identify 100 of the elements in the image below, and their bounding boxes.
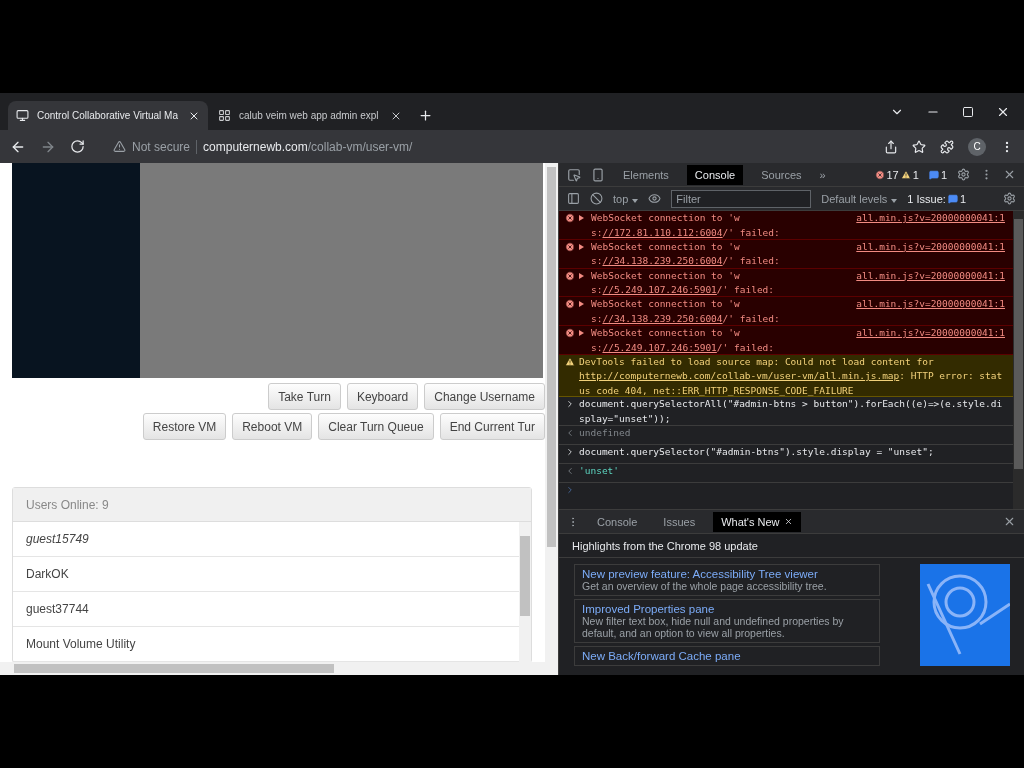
scrollbar[interactable] xyxy=(1013,211,1024,509)
drawer-tab[interactable]: Issues xyxy=(655,511,704,532)
vm-button[interactable]: Reboot VM xyxy=(232,413,313,440)
news-card[interactable]: New preview feature: Accessibility Tree viewer Get an overview of the whole page accessibility tree. xyxy=(574,564,880,596)
drawer-tab[interactable]: What's New xyxy=(713,511,801,532)
url-link[interactable]: http://computernewb.com/collab-vm/user-vm/all.min.js.map xyxy=(579,370,900,382)
drawer-tab[interactable]: Console xyxy=(589,511,646,532)
error-icon xyxy=(874,169,885,180)
news-card[interactable]: Improved Properties pane New filter text box, hide null and undefined properties by default, and an option to view all properties. xyxy=(574,599,880,643)
browser-tab[interactable]: Control Collaborative Virtual Ma xyxy=(8,101,208,130)
issues-label[interactable]: 1 Issue: xyxy=(907,192,946,205)
card-text: New filter text box, hide null and undefined properties by default, and an option to view all properties. xyxy=(582,615,845,639)
url-link[interactable]: //172.81.110.112:6004 xyxy=(602,226,723,238)
share-icon[interactable] xyxy=(884,139,898,154)
error-count[interactable]: 17 xyxy=(886,168,899,181)
inspect-icon[interactable] xyxy=(567,167,581,182)
card-text: Get an overview of the whole page accessibility tree. xyxy=(582,580,828,592)
source-link[interactable]: all.min.js?v=20000000041:1 xyxy=(856,239,1005,255)
url-link[interactable]: //34.138.239.250:6004 xyxy=(602,312,723,324)
scrollbar[interactable] xyxy=(545,163,558,662)
message-icon xyxy=(947,193,958,204)
devtools-tab[interactable]: Console xyxy=(686,164,744,185)
eye-icon[interactable] xyxy=(648,192,662,205)
result-text: 'unset' xyxy=(579,464,621,479)
vm-button[interactable]: Clear Turn Queue xyxy=(318,413,434,440)
scrollbar[interactable] xyxy=(519,522,531,662)
card-title[interactable]: Improved Properties pane xyxy=(582,603,872,615)
settings-icon[interactable] xyxy=(957,168,970,181)
warning-text: DevTools failed to load source map: Could not load content for http://computernewb.com/collab-vm/user-vm/all.min.js.map: HTTP error: status code 404, net::ERR_HTTP_RESPONSE_CODE_FAILURE xyxy=(579,354,1004,398)
prompt-icon xyxy=(565,485,575,496)
command-text: document.querySelector("#admin-btns").style.display = "unset"; xyxy=(579,445,935,460)
user-row[interactable]: guest15749 xyxy=(13,522,519,557)
news-card[interactable]: New Back/forward Cache pane xyxy=(574,646,880,666)
url-link[interactable]: //5.249.107.246:5901 xyxy=(602,341,717,353)
context-select[interactable]: top xyxy=(613,192,639,205)
card-title[interactable]: New Back/forward Cache pane xyxy=(582,650,872,662)
warning-icon xyxy=(900,169,911,180)
grid-icon xyxy=(218,109,231,122)
clear-icon[interactable] xyxy=(590,192,603,205)
vm-screen[interactable] xyxy=(12,163,543,378)
user-row[interactable]: guest37744 xyxy=(13,592,519,627)
source-link[interactable]: all.min.js?v=20000000041:1 xyxy=(856,268,1005,283)
expand-icon[interactable] xyxy=(579,330,584,336)
warning-icon xyxy=(113,140,126,153)
star-icon[interactable] xyxy=(912,139,926,154)
devtools-tab[interactable]: Elements xyxy=(615,164,677,185)
device-icon[interactable] xyxy=(591,167,605,182)
user-row[interactable]: DarkOK xyxy=(13,557,519,592)
source-link[interactable]: all.min.js?v=20000000041:1 xyxy=(856,211,1005,226)
expand-icon[interactable] xyxy=(579,272,584,279)
close-icon[interactable] xyxy=(783,516,793,526)
monitor-icon xyxy=(16,109,29,122)
sidebar-icon[interactable] xyxy=(567,192,580,205)
card-title[interactable]: New preview feature: Accessibility Tree viewer xyxy=(582,568,872,580)
more-tabs[interactable]: » xyxy=(819,168,826,181)
new-tab-icon[interactable] xyxy=(418,108,433,123)
vm-button[interactable]: End Current Tur xyxy=(439,413,545,440)
issues-count[interactable]: 1 xyxy=(959,192,966,205)
source-link[interactable]: all.min.js?v=20000000041:1 xyxy=(856,297,1005,312)
warning-count[interactable]: 1 xyxy=(912,168,919,181)
maximize-icon[interactable] xyxy=(962,105,974,118)
drawer-heading: Highlights from the Chrome 98 update xyxy=(559,534,1024,558)
caret-icon xyxy=(891,198,898,203)
devtools-tab[interactable]: Sources xyxy=(753,164,810,185)
error-text: WebSocket connection to 'ws://34.138.239.250:6004/' failed: xyxy=(591,297,781,326)
result-text: undefined xyxy=(579,426,632,441)
levels-dropdown[interactable]: Default levels xyxy=(821,192,898,205)
error-text: WebSocket connection to 'ws://5.249.107.246:5901/' failed: xyxy=(591,268,776,297)
close-icon[interactable] xyxy=(1003,168,1016,181)
puzzle-icon[interactable] xyxy=(940,139,954,154)
expand-icon[interactable] xyxy=(579,301,584,308)
settings-icon[interactable] xyxy=(1003,192,1016,205)
users-header: Users Online: 9 xyxy=(13,488,531,522)
error-text: WebSocket connection to 'ws://34.138.239.250:6004/' failed: xyxy=(591,239,781,269)
url-link[interactable]: //34.138.239.250:6004 xyxy=(602,255,723,267)
reload-icon[interactable] xyxy=(70,139,85,154)
message-count[interactable]: 1 xyxy=(940,168,947,181)
message-icon xyxy=(928,169,939,180)
error-text: WebSocket connection to 'ws://5.249.107.246:5901/' failed: xyxy=(591,326,776,355)
address-field[interactable]: computernewb.com/collab-vm/user-vm/ xyxy=(203,139,413,154)
prompt-icon xyxy=(565,447,575,458)
url-link[interactable]: //5.249.107.246:5901 xyxy=(602,284,717,295)
expand-icon[interactable] xyxy=(579,215,584,221)
error-text: WebSocket connection to 'ws://172.81.110.112:6004/' failed: xyxy=(591,211,781,240)
result-icon xyxy=(565,428,575,439)
profile-avatar[interactable]: C xyxy=(968,137,986,156)
command-text: document.querySelectorAll("#admin-btns > button").forEach((e)=>(e.style.display="unset")); xyxy=(579,397,1004,426)
expand-icon[interactable] xyxy=(579,243,584,250)
vm-button[interactable]: Change Username xyxy=(424,383,545,410)
vm-button[interactable]: Keyboard xyxy=(346,383,419,410)
scrollbar[interactable] xyxy=(0,662,558,675)
close-icon[interactable] xyxy=(1003,515,1016,528)
caret-icon xyxy=(632,198,639,203)
vm-button[interactable]: Restore VM xyxy=(142,413,227,440)
vm-button[interactable]: Take Turn xyxy=(268,383,341,410)
prompt-icon xyxy=(565,399,575,410)
result-icon xyxy=(565,466,575,477)
source-link[interactable]: all.min.js?v=20000000041:1 xyxy=(856,326,1005,341)
browser-tab[interactable]: calub veim web app admin expl xyxy=(210,101,410,130)
filter-field[interactable]: Filter xyxy=(671,189,812,208)
